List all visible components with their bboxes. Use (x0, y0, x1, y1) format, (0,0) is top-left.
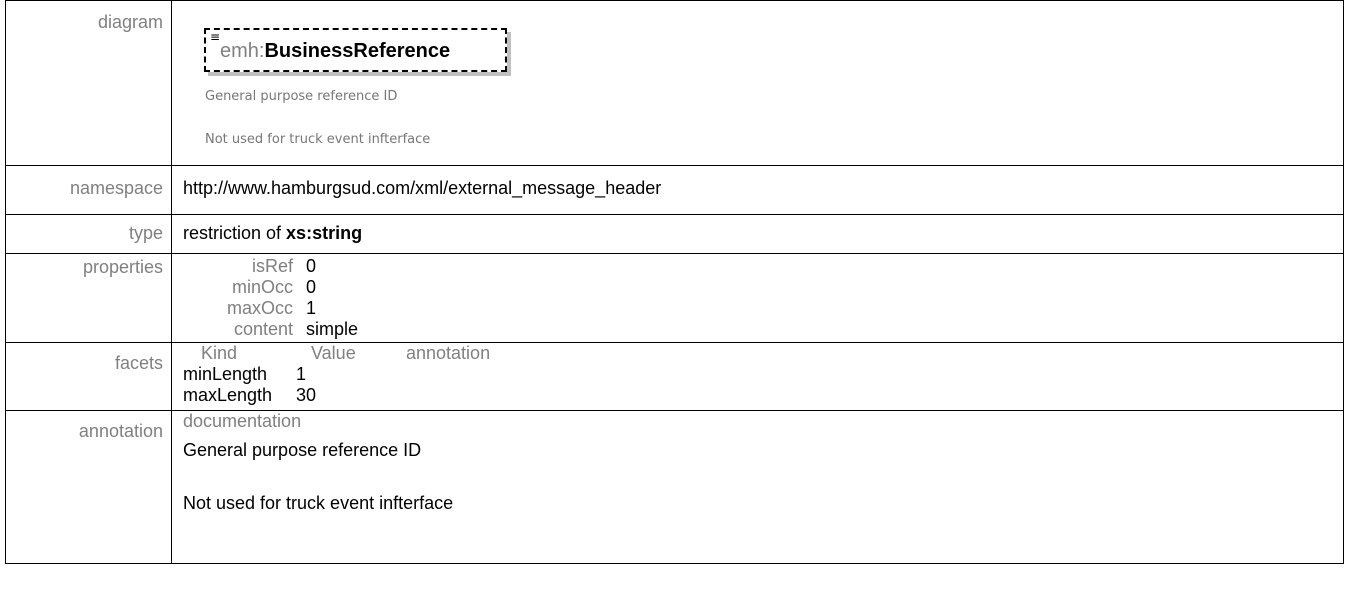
property-value: 0 (306, 256, 317, 276)
diagram-doc-line-1: General purpose reference ID (205, 89, 398, 104)
element-content-icon: ≡ (210, 30, 221, 44)
diagram-canvas: ≡ emh:BusinessReference General purpose … (172, 1, 1343, 165)
facets-label-cell: facets (5, 342, 172, 411)
namespace-label-cell: namespace (5, 165, 172, 215)
annotation-line-2: Not used for truck event infterface (183, 493, 454, 513)
property-key: isRef (251, 256, 293, 276)
facets-label: facets (114, 353, 163, 373)
facets-header-annotation: annotation (406, 343, 491, 363)
property-value: 0 (306, 277, 317, 297)
diagram-label-cell: diagram (5, 0, 172, 166)
type-label-cell: type (5, 214, 172, 254)
namespace-value: http://www.hamburgsud.com/xml/external_m… (183, 178, 662, 198)
property-value: simple (306, 319, 359, 339)
element-local-name: BusinessReference (264, 40, 451, 62)
element-name: emh:BusinessReference (220, 40, 450, 63)
diagram-row: diagram ≡ emh:BusinessReference General … (5, 0, 1344, 166)
facet-kind: maxLength (183, 385, 273, 405)
property-key: maxOcc (226, 298, 293, 318)
type-label: type (128, 223, 163, 243)
diagram-label: diagram (97, 12, 163, 32)
type-value: restriction of xs:string (183, 215, 1343, 244)
annotation-cell: documentation General purpose reference … (171, 410, 1344, 564)
properties-cell: isRef 0 minOcc 0 maxOcc 1 content simple (171, 253, 1344, 343)
properties-label-cell: properties (5, 253, 172, 343)
namespace-cell: http://www.hamburgsud.com/xml/external_m… (171, 165, 1344, 215)
facets-table: Kind Value annotation minLength 1 maxLen… (183, 343, 1343, 406)
facet-value: 1 (296, 364, 307, 384)
property-key: content (233, 319, 293, 339)
element-prefix: emh: (220, 40, 265, 62)
diagram-cell: ≡ emh:BusinessReference General purpose … (171, 0, 1344, 166)
property-key: minOcc (231, 277, 293, 297)
facet-row: minLength 1 (183, 364, 1343, 385)
type-text: restriction of (183, 223, 287, 243)
type-cell: restriction of xs:string (171, 214, 1344, 254)
annotation-row: annotation documentation General purpose… (5, 410, 1344, 564)
type-row: type restriction of xs:string (5, 214, 1344, 254)
facets-header-row: Kind Value annotation (183, 343, 1343, 364)
type-base-link[interactable]: xs:string (286, 223, 362, 243)
properties-row: properties isRef 0 minOcc 0 maxOcc 1 conten… (5, 253, 1344, 343)
annotation-label-cell: annotation (5, 410, 172, 564)
annotation-line-1: General purpose reference ID (183, 440, 422, 460)
facet-row: maxLength 30 (183, 385, 1343, 406)
properties-label: properties (82, 257, 163, 277)
properties-list: isRef 0 minOcc 0 maxOcc 1 content simple (172, 256, 1343, 340)
property-value: 1 (306, 298, 317, 318)
element-box[interactable]: ≡ emh:BusinessReference (204, 28, 507, 72)
facets-header-value: Value (311, 343, 356, 363)
facet-value: 30 (296, 385, 317, 405)
facets-cell: Kind Value annotation minLength 1 maxLen… (171, 342, 1344, 411)
schema-doc-table: diagram ≡ emh:BusinessReference General … (5, 0, 1344, 564)
diagram-doc-line-2: Not used for truck event infterface (205, 132, 431, 147)
annotation-heading: documentation (183, 411, 302, 431)
facets-row: facets Kind Value annotation minLength 1… (5, 342, 1344, 411)
namespace-label: namespace (69, 178, 163, 198)
namespace-row: namespace http://www.hamburgsud.com/xml/… (5, 165, 1344, 215)
facet-kind: minLength (183, 364, 268, 384)
facets-header-kind: Kind (201, 343, 238, 363)
annotation-label: annotation (78, 421, 163, 441)
